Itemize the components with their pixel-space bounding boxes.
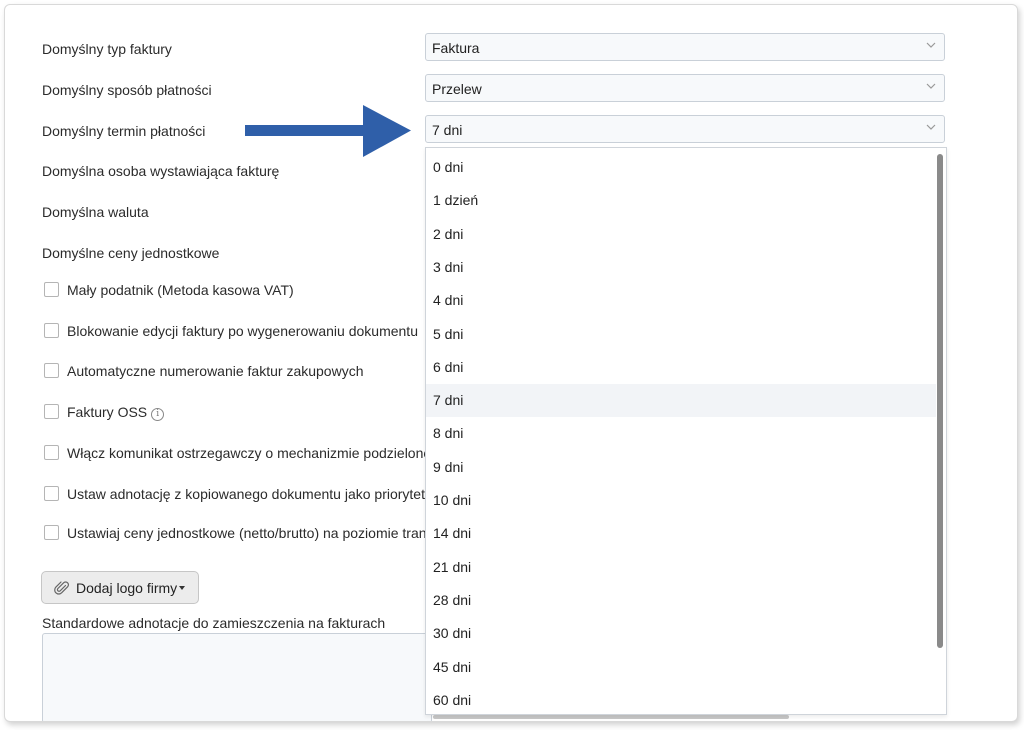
dropdown-option[interactable]: 5 dni [426,318,936,351]
horizontal-scrollbar[interactable] [433,715,789,719]
dropdown-option[interactable]: 4 dni [426,284,936,317]
dropdown-option-label: 9 dni [433,458,464,475]
dropdown-option-label: 45 dni [433,658,472,675]
dropdown-option[interactable]: 2 dni [426,218,936,251]
paperclip-icon [54,581,70,595]
dropdown-option-label: 10 dni [433,492,472,508]
dropdown-option-label: 8 dni [433,425,464,442]
dropdown-option-label: 30 dni [433,625,472,642]
dropdown-option-label: 14 dni [433,525,472,542]
checkbox[interactable] [44,363,59,378]
chevron-down-icon [926,83,936,89]
dropdown-option[interactable]: 8 dni [426,417,936,450]
dropdown-option-label: 28 dni [433,591,472,608]
dropdown-option[interactable]: 0 dni [426,151,936,184]
payment-method-value: Przelew [432,81,482,97]
dropdown-option-label: 1 dzień [433,192,479,209]
add-logo-label: Dodaj logo firmy [76,580,178,596]
checkbox-block-editing[interactable]: Blokowanie edycji faktury po wygenerowan… [44,322,426,342]
checkbox-small-taxpayer[interactable]: Mały podatnik (Metoda kasowa VAT) [44,281,426,301]
caret-down-icon [179,586,185,590]
invoice-type-select[interactable]: Faktura [425,33,945,61]
currency-label: Domyślna waluta [42,204,149,220]
dropdown-option[interactable]: 60 dni [426,684,936,714]
checkbox[interactable] [44,445,59,460]
checkbox[interactable] [44,486,59,501]
checkbox-label: Włącz komunikat ostrzegawczy o mechanizm… [67,445,426,461]
checkbox-label: Faktury OSS [67,404,148,420]
dropdown-option[interactable]: 21 dni [426,551,936,584]
payment-term-dropdown: 60 dni 45 dni 30 dni 28 dni 21 dni 14 dni 10 d… [425,147,947,715]
dropdown-option-label: 7 dni [433,392,464,409]
payment-term-select[interactable]: 7 dni [425,115,945,143]
payment-term-value: 7 dni [432,122,463,138]
checkbox-label-wrap: Faktury OSS i [67,404,165,421]
dropdown-option[interactable]: 9 dni [426,451,936,484]
add-logo-button[interactable]: Dodaj logo firmy [41,571,199,604]
dropdown-option-label: 60 dni [433,691,472,708]
checkbox[interactable] [44,323,59,338]
dropdown-option-label: 21 dni [433,558,472,575]
checkbox-priority-annotation[interactable]: Ustaw adnotację z kopiowanego dokumentu … [44,485,426,505]
chevron-down-icon [926,124,936,130]
dropdown-option[interactable]: 6 dni [426,351,936,384]
dropdown-option-label: 5 dni [433,325,464,342]
dropdown-option-label: 6 dni [433,358,464,375]
dropdown-option-label: 0 dni [433,159,464,175]
dropdown-option[interactable]: 14 dni [426,517,936,550]
dropdown-option-label: 4 dni [433,292,464,309]
checkbox-label: Automatyczne numerowanie faktur zakupowy… [67,363,364,379]
dropdown-option[interactable]: 1 dzień [426,184,936,217]
checkbox-label: Blokowanie edycji faktury po wygenerowan… [67,323,418,339]
dropdown-scrollbar[interactable] [937,154,943,648]
dropdown-option[interactable]: 10 dni [426,484,936,517]
notes-label: Standardowe adnotacje do zamieszczenia n… [42,615,386,631]
checkbox-oss-invoices[interactable]: Faktury OSS i [44,403,426,423]
dropdown-option-label: 3 dni [433,258,464,275]
settings-panel: Domyślny typ faktury Domyślny sposób pła… [4,4,1018,722]
checkbox[interactable] [44,282,59,297]
checkbox-split-payment-warning[interactable]: Włącz komunikat ostrzegawczy o mechanizm… [44,444,426,464]
dropdown-option-label: 2 dni [433,225,464,242]
notes-textarea[interactable] [42,633,432,721]
issuer-label: Domyślna osoba wystawiająca fakturę [42,163,280,179]
payment-term-label: Domyślny termin płatności [42,123,206,139]
payment-method-select[interactable]: Przelew [425,74,945,102]
checkbox-auto-numbering[interactable]: Automatyczne numerowanie faktur zakupowy… [44,362,426,382]
checkbox-unit-prices-transaction[interactable]: Ustawiaj ceny jednostkowe (netto/brutto)… [44,524,426,544]
dropdown-option[interactable]: 7 dni [426,384,936,418]
dropdown-option[interactable]: 28 dni [426,584,936,617]
checkbox[interactable] [44,525,59,540]
checkbox-label: Ustawiaj ceny jednostkowe (netto/brutto)… [67,525,426,541]
payment-method-label: Domyślny sposób płatności [42,82,212,98]
invoice-type-value: Faktura [432,40,480,56]
dropdown-option[interactable]: 3 dni [426,251,936,284]
unit-prices-label: Domyślne ceny jednostkowe [42,245,220,261]
checkbox-label: Mały podatnik (Metoda kasowa VAT) [67,282,294,298]
invoice-type-label: Domyślny typ faktury [42,41,172,57]
checkbox[interactable] [44,404,59,419]
info-icon[interactable]: i [151,408,165,421]
arrow-right-icon [245,105,411,157]
dropdown-option[interactable]: 30 dni [426,617,936,650]
checkbox-label: Ustaw adnotację z kopiowanego dokumentu … [67,486,426,502]
chevron-down-icon [926,42,936,48]
dropdown-option[interactable]: 45 dni [426,651,936,684]
